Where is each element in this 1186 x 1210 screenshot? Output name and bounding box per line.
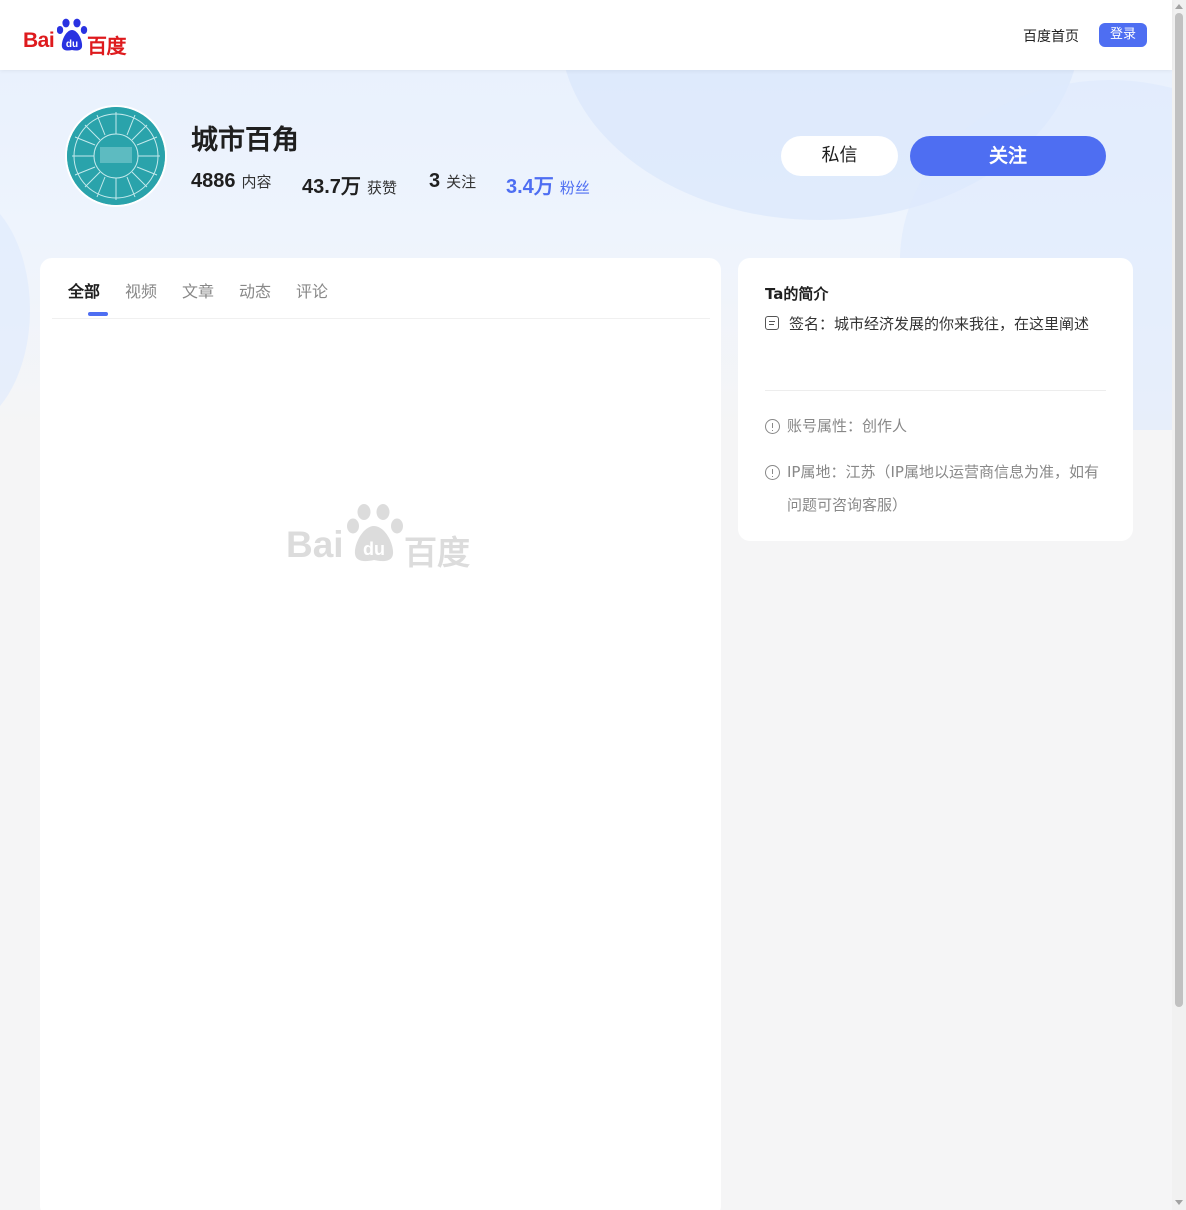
avatar[interactable]: [65, 105, 167, 207]
banner-decoration: [0, 190, 30, 430]
ip-location-text: IP属地：江苏（IP属地以运营商信息为准，如有问题可咨询客服）: [787, 463, 1099, 514]
signature-row: 签名：城市经济发展的你来我往，在这里阐述: [765, 308, 1110, 340]
intro-card: Ta的简介 签名：城市经济发展的你来我往，在这里阐述 账号属性：创作人 IP属地…: [738, 258, 1133, 541]
scroll-up-arrow-icon[interactable]: [1175, 4, 1183, 9]
placeholder-paw-icon: du: [347, 504, 403, 562]
logo-text-baidu-cn: 百度: [87, 36, 127, 58]
stat-value: 4886: [191, 170, 236, 192]
content-feed-card: 全部 视频 文章 动态 评论 Bai du 百度: [40, 258, 721, 1210]
page-scrollbar[interactable]: [1172, 0, 1186, 1210]
signature-icon: [765, 316, 779, 330]
account-type-text: 账号属性：创作人: [787, 417, 908, 435]
top-navigation-bar: Bai du 百度 百度首页 登录: [0, 0, 1172, 70]
scroll-thumb[interactable]: [1175, 13, 1183, 1007]
stat-fans-count[interactable]: 3.4万 粉丝: [506, 170, 590, 199]
tab-comment[interactable]: 评论: [296, 278, 328, 302]
private-message-button[interactable]: 私信: [781, 136, 898, 176]
info-icon: [765, 465, 780, 480]
logo-text-du: du: [66, 39, 78, 50]
tab-all[interactable]: 全部: [68, 278, 100, 302]
placeholder-text-du: du: [363, 539, 385, 559]
content-tabs: 全部 视频 文章 动态 评论: [52, 258, 710, 319]
profile-username: 城市百角: [191, 125, 299, 156]
intro-title: Ta的简介: [765, 285, 829, 303]
active-tab-indicator: [88, 312, 108, 316]
stat-label: 关注: [446, 173, 477, 191]
stat-likes-count: 43.7万 获赞: [302, 170, 397, 199]
placeholder-text-bai: Bai: [286, 524, 344, 565]
placeholder-text-baidu-cn: 百度: [404, 533, 470, 572]
tab-video[interactable]: 视频: [125, 278, 157, 302]
stat-value: 3: [429, 170, 441, 192]
login-button[interactable]: 登录: [1099, 23, 1147, 47]
baidu-home-link[interactable]: 百度首页: [1023, 26, 1079, 46]
ip-location-row: IP属地：江苏（IP属地以运营商信息为准，如有问题可咨询客服）: [765, 456, 1110, 522]
stat-value: 43.7万: [302, 176, 361, 198]
stat-value: 3.4万: [506, 176, 554, 198]
info-icon: [765, 419, 780, 434]
account-type-row: 账号属性：创作人: [765, 410, 1110, 443]
stat-label: 内容: [241, 173, 272, 191]
tab-article[interactable]: 文章: [182, 278, 214, 302]
stat-following-count[interactable]: 3 关注: [429, 170, 476, 193]
paw-icon: du: [57, 18, 88, 51]
follow-button[interactable]: 关注: [910, 136, 1106, 176]
logo-text-bai: Bai: [23, 29, 55, 52]
loading-placeholder-logo: Bai du 百度: [286, 502, 476, 572]
baidu-logo[interactable]: Bai du 百度: [23, 17, 129, 58]
tab-dynamic[interactable]: 动态: [239, 278, 271, 302]
stat-label: 获赞: [366, 179, 397, 197]
divider: [765, 390, 1106, 391]
stat-label: 粉丝: [559, 179, 590, 197]
stat-content-count[interactable]: 4886 内容: [191, 170, 272, 193]
signature-text: 签名：城市经济发展的你来我往，在这里阐述: [789, 315, 1090, 333]
avatar-image: [67, 107, 165, 205]
scroll-down-arrow-icon[interactable]: [1175, 1200, 1183, 1205]
